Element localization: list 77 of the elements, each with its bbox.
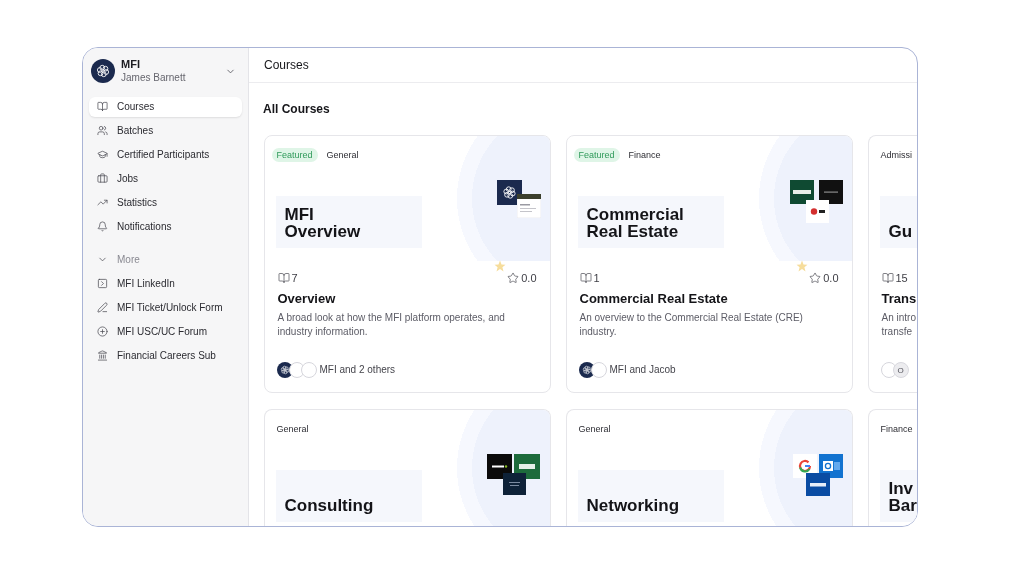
category-label: General — [325, 149, 360, 162]
bank-icon — [97, 349, 108, 361]
lesson-count: 7 — [291, 272, 298, 284]
nav-item[interactable]: Courses — [89, 96, 242, 117]
thumbnail-title: MFI Overview — [275, 196, 422, 248]
rating-value: 0.0 — [521, 272, 537, 284]
avatar-icon — [590, 362, 607, 378]
course-title: Overview — [277, 291, 337, 307]
book-icon — [579, 272, 592, 284]
logo-icon — [818, 180, 843, 204]
course-description: A broad look at how the MFI platform operates, and industry information. — [277, 311, 506, 339]
featured-tag: Featured — [573, 148, 620, 162]
instructor-names: MFI and Jacob — [609, 363, 676, 377]
lesson-count: 15 — [895, 272, 908, 284]
lesson-count: 1 — [593, 272, 600, 284]
nav-link[interactable]: MFI LinkedIn — [89, 273, 242, 293]
course-description: An intro transfe — [881, 311, 917, 339]
course-card[interactable]: Admissi Gu 15 Trans An intro transfe O — [867, 135, 917, 393]
category-label: Finance — [627, 149, 662, 162]
star-icon — [493, 260, 506, 272]
thumbnail-title: Consulting — [275, 470, 422, 522]
logo-icon — [818, 454, 843, 478]
logo-icon — [789, 180, 814, 204]
logo-icon — [502, 473, 526, 495]
nav-item[interactable]: Batches — [89, 120, 242, 141]
course-card[interactable]: Finance Inv Bar — [867, 409, 917, 526]
thumbnail-title: Commercial Real Estate — [577, 196, 724, 248]
course-card[interactable]: Featured Finance Commercial Real Estate 1 0.0 Commercial Real Estate An overview to the Commercial Real Estate (CRE) industry. MFI and Jacob — [565, 135, 853, 393]
thumbnail-title: Gu — [879, 196, 917, 248]
nav-item[interactable]: Notifications — [89, 216, 242, 237]
briefcase-icon — [97, 173, 108, 184]
org-logo-icon — [91, 59, 115, 83]
logo-icon — [805, 200, 829, 223]
page-title: Courses — [264, 58, 309, 72]
category-label: General — [577, 423, 612, 436]
star-icon — [809, 272, 822, 284]
instructor-names: MFI and 2 others — [319, 363, 396, 377]
nav-item[interactable]: Certified Participants — [89, 144, 242, 165]
course-card[interactable]: Featured General MFI Overview 7 0.0 Overview A broad look at how the MFI platform operates, and industry information. MFI and 2 others — [263, 135, 551, 393]
pen-icon — [97, 301, 108, 313]
nav-item[interactable]: Jobs — [89, 168, 242, 189]
users-icon — [97, 125, 108, 136]
thumbnail-title: Inv Bar — [879, 470, 917, 522]
section-title: All Courses — [263, 102, 330, 116]
org-name: MFI — [121, 58, 141, 71]
course-description: An overview to the Commercial Real Estate (CRE) industry. — [579, 311, 804, 339]
nav-link[interactable]: MFI Ticket/Unlock Form — [89, 297, 242, 317]
logo-icon — [496, 180, 522, 205]
nav-link[interactable]: Financial Careers Sub — [89, 345, 242, 365]
course-card[interactable]: General Consulting — [263, 409, 551, 526]
star-icon — [795, 260, 808, 272]
course-card[interactable]: General Networking — [565, 409, 853, 526]
nav-link[interactable]: MFI USC/UC Forum — [89, 321, 242, 341]
rating-value: 0.0 — [823, 272, 839, 284]
logo-icon — [792, 454, 817, 478]
logo-icon — [486, 454, 512, 479]
avatar-icon — [300, 362, 317, 378]
book-icon — [881, 272, 894, 284]
thumbnail-title: Networking — [577, 470, 724, 522]
trend-up-icon — [97, 197, 108, 208]
nav-item[interactable]: Statistics — [89, 192, 242, 213]
logo-icon — [805, 473, 830, 496]
user-name: James Barnett — [121, 71, 187, 84]
square-chevron-icon — [97, 277, 108, 289]
plus-circle-icon — [97, 325, 108, 337]
book-icon — [97, 101, 108, 112]
featured-tag: Featured — [271, 148, 318, 162]
screenshot-thumbnail-icon — [516, 194, 541, 218]
course-title: Trans — [881, 291, 917, 307]
category-label: General — [275, 423, 310, 436]
category-label: Finance — [879, 423, 913, 436]
bell-icon — [97, 221, 108, 232]
star-icon — [507, 272, 520, 284]
category-label: Admissi — [879, 149, 912, 162]
graduation-cap-icon — [97, 149, 108, 160]
book-icon — [277, 272, 290, 284]
course-title: Commercial Real Estate — [579, 291, 729, 307]
